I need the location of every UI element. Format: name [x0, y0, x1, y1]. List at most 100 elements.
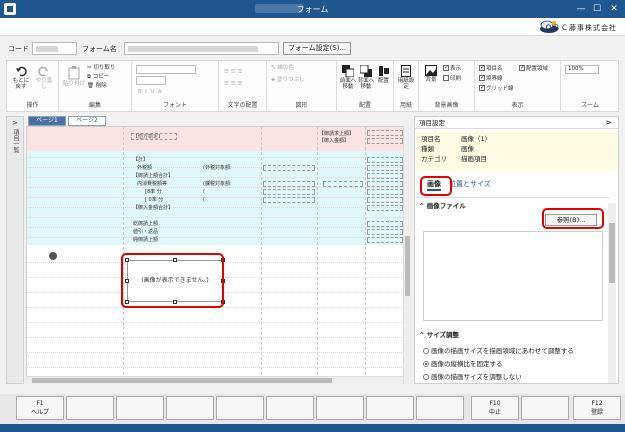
properties-title: 項目設定: [415, 117, 618, 129]
ribbon-group-operation: もとに戻す やり直し 操作: [7, 61, 59, 111]
size-option-fit[interactable]: 画像の描画サイズを描画領域にあわせて調整する: [423, 347, 574, 355]
row-label: 総御請上額: [133, 221, 159, 227]
ribbon-group-paper: 用紙設定 用紙: [394, 61, 419, 111]
canvas-field[interactable]: [367, 173, 403, 179]
font-style-buttons[interactable]: B I U A: [138, 89, 162, 96]
group-label-text-layout: 文字の配置: [227, 102, 258, 109]
header-right-field-1[interactable]: [367, 130, 403, 136]
undo-button[interactable]: もとに戻す: [11, 65, 31, 90]
paste-button[interactable]: 貼り付け: [63, 66, 85, 87]
grid-line-checkbox[interactable]: グリッド線: [479, 84, 514, 93]
row-label: 【御入金額合計】: [133, 205, 174, 211]
pen-icon: ✎: [271, 65, 276, 71]
paper-icon: [401, 65, 411, 77]
paint-bucket-icon: ◈: [271, 77, 276, 83]
row-label: 【計】: [133, 157, 149, 163]
canvas-field[interactable]: [263, 165, 315, 171]
fkey[interactable]: [216, 396, 264, 420]
fkey[interactable]: [116, 396, 164, 420]
code-field[interactable]: [32, 42, 77, 55]
ruled-line-checkbox[interactable]: 境界線: [479, 74, 503, 83]
header-right-field-2[interactable]: [367, 138, 403, 144]
canvas-field[interactable]: [367, 157, 403, 163]
fkey[interactable]: [521, 396, 569, 420]
background-image-button[interactable]: 背景: [422, 65, 440, 83]
fkey[interactable]: [266, 396, 314, 420]
canvas-vertical-scrollbar[interactable]: [403, 126, 411, 384]
tab-page-2[interactable]: ページ2: [68, 116, 106, 126]
properties-scrollbar[interactable]: [608, 203, 616, 383]
canvas-field[interactable]: [323, 181, 363, 187]
canvas-field[interactable]: [263, 197, 315, 203]
canvas-field[interactable]: [367, 205, 403, 211]
highlight-browse-button: [542, 208, 604, 229]
minimize-icon[interactable]: —: [574, 3, 588, 15]
size-adjust-section[interactable]: ^ サイズ調整: [419, 329, 459, 339]
font-name-select[interactable]: [136, 65, 196, 74]
close-icon[interactable]: ✕: [607, 3, 621, 15]
paper-setting-button[interactable]: 用紙設定: [396, 65, 416, 90]
item-name-checkbox[interactable]: 項目名: [479, 64, 503, 73]
tab-position-size[interactable]: 位置とサイズ: [449, 179, 491, 189]
fkey[interactable]: [166, 396, 214, 420]
form-settings-button[interactable]: フォーム設定(S)...: [283, 42, 351, 55]
ribbon-group-layout: 前面へ移動 背面へ移動 配置 配置: [337, 61, 394, 111]
fkey[interactable]: [66, 396, 114, 420]
item-list-panel[interactable]: > 項目一覧: [6, 116, 24, 384]
bring-front-button[interactable]: 前面へ移動: [339, 65, 357, 90]
fkey-f1-help[interactable]: F1 ヘルプ: [16, 396, 64, 420]
canvas-field[interactable]: [367, 197, 403, 203]
row-label: 【御請上額合計】: [133, 173, 174, 179]
layout-area-checkbox[interactable]: 配置領域: [519, 64, 548, 73]
font-size-select[interactable]: [136, 76, 166, 85]
canvas-field[interactable]: [367, 237, 403, 243]
size-option-keep-ratio[interactable]: 画像の縦横比を固定する: [423, 360, 503, 368]
header-left-field[interactable]: 【借方勘定】: [131, 133, 177, 140]
properties-panel: 項目設定 > 項目名 画像（1） 種類 画像 カテゴリ 描画項目 画像 位置とサ…: [414, 116, 619, 384]
canvas-horizontal-scrollbar[interactable]: [26, 376, 403, 384]
align-buttons[interactable]: ☰ ☰ ☰: [224, 69, 242, 76]
line-color-button[interactable]: ✎ 線の色: [271, 65, 294, 72]
canvas-field[interactable]: [367, 229, 403, 235]
radio-icon: [423, 361, 429, 367]
fkey[interactable]: [366, 396, 414, 420]
canvas-field[interactable]: [263, 181, 315, 187]
canvas-field[interactable]: [367, 181, 403, 187]
image-file-section[interactable]: ^ 画像ファイル: [419, 200, 466, 210]
delete-button[interactable]: 🗑 削除: [87, 83, 107, 90]
print-background-checkbox[interactable]: 印刷: [443, 75, 461, 83]
highlight-image-tab: [420, 176, 452, 196]
clipboard-icon: [68, 66, 80, 80]
collapse-icon[interactable]: >: [605, 118, 612, 127]
valign-buttons[interactable]: ☰ ☰ ☰: [224, 81, 242, 88]
send-back-button[interactable]: 背面へ移動: [357, 65, 375, 90]
expand-icon[interactable]: >: [12, 119, 18, 127]
canvas-field[interactable]: [367, 189, 403, 195]
canvas-field[interactable]: [367, 165, 403, 171]
fill-button[interactable]: ◈ 塗りつぶし: [271, 77, 305, 84]
fkey[interactable]: [316, 396, 364, 420]
canvas-field[interactable]: [367, 221, 403, 227]
tab-page-1[interactable]: ページ1: [28, 116, 66, 126]
type-key: 種類: [421, 145, 434, 153]
ribbon-group-shape: ✎ 線の色 ◈ 塗りつぶし 図形: [267, 61, 337, 111]
show-background-checkbox[interactable]: 表示: [443, 64, 461, 73]
canvas-field[interactable]: [263, 189, 315, 195]
group-label-display: 表示: [511, 102, 524, 109]
form-name-label: フォーム名: [82, 45, 117, 53]
form-name-field[interactable]: [124, 42, 279, 55]
copy-button[interactable]: ⧉ コピー: [87, 74, 109, 81]
zoom-select[interactable]: 100%: [565, 65, 599, 74]
arrange-button[interactable]: 配置: [375, 65, 392, 84]
fkey[interactable]: [416, 396, 464, 420]
redo-button[interactable]: やり直し: [34, 65, 54, 90]
header-right-label-1: 【御請求上額】: [319, 131, 355, 137]
fkey-f10-cancel[interactable]: F10 中止: [471, 396, 519, 420]
checkbox-icon: [443, 75, 449, 81]
mid-label: (外税対象額:: [203, 165, 232, 171]
maximize-icon[interactable]: ☐: [590, 3, 604, 15]
fkey-f12-register[interactable]: F12 登録: [573, 396, 621, 420]
arrange-icon: [378, 66, 389, 76]
size-option-none[interactable]: 画像の描画サイズを調整しない: [423, 373, 522, 381]
cut-button[interactable]: ✂ 切り取り: [87, 65, 115, 72]
